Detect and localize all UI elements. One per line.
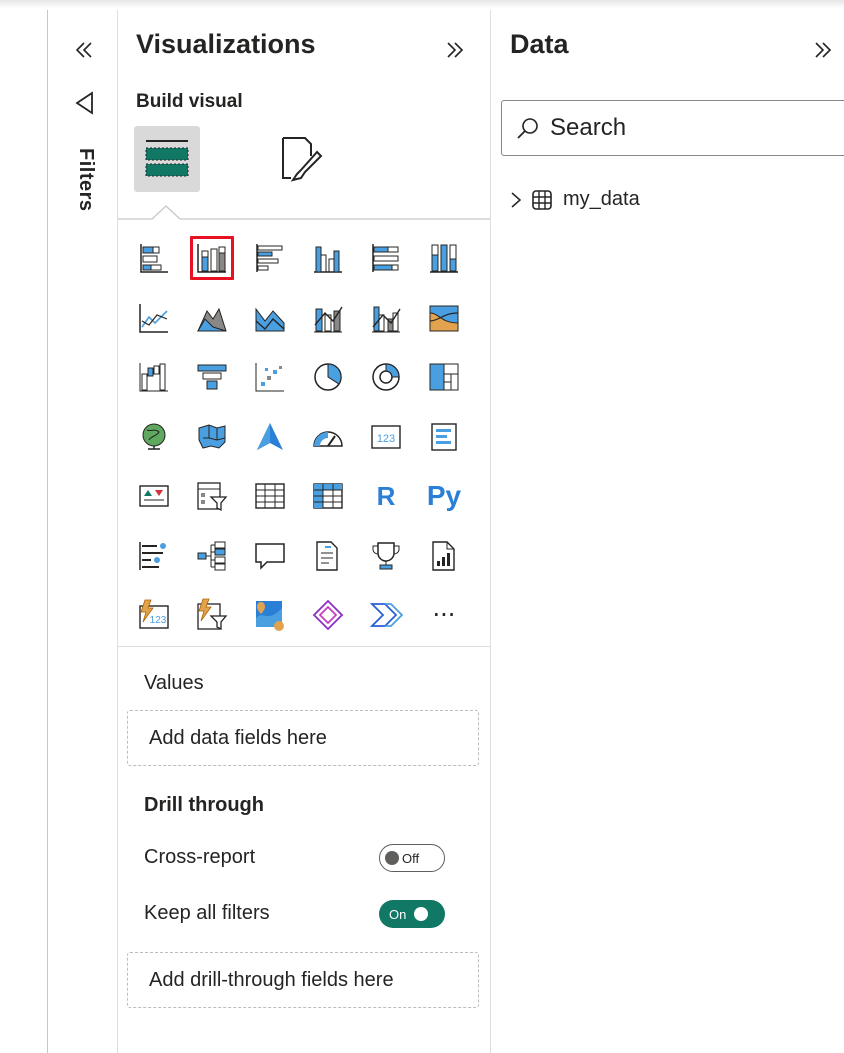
100-stacked-bar-chart-icon[interactable] [364, 236, 408, 280]
line-stacked-column-chart-icon[interactable] [306, 296, 350, 340]
stacked-area-chart-icon[interactable] [248, 296, 292, 340]
matrix-icon[interactable] [306, 474, 350, 518]
collapse-visualizations-button[interactable] [438, 33, 472, 67]
decomposition-tree-icon[interactable] [190, 534, 234, 578]
ribbon-chart-icon[interactable] [422, 296, 466, 340]
visualizations-title: Visualizations [136, 29, 316, 59]
funnel-chart-icon[interactable] [190, 355, 234, 399]
cross-report-label: Cross-report [144, 846, 256, 868]
100-stacked-column-chart-icon[interactable] [422, 236, 466, 280]
line-clustered-column-chart-icon[interactable] [364, 296, 408, 340]
pie-chart-icon[interactable] [306, 355, 350, 399]
values-placeholder: Add data fields here [149, 726, 327, 749]
power-apps-card-text: 123 [150, 615, 167, 626]
build-visual-icon [145, 140, 189, 177]
multi-row-card-icon[interactable] [422, 415, 466, 459]
line-chart-icon[interactable] [132, 296, 176, 340]
drill-through-placeholder: Add drill-through fields here [149, 968, 394, 991]
filters-pane: Filters [48, 10, 118, 1053]
visualizations-pane: Visualizations Build visual 123 R Py 123… [118, 10, 491, 1053]
collapse-data-button[interactable] [813, 33, 844, 67]
kpi-icon[interactable] [132, 474, 176, 518]
visual-type-gallery: 123 R Py 123 ··· [132, 236, 480, 653]
r-visual-label: R [376, 480, 396, 511]
window-top-edge [0, 0, 844, 8]
format-brush-icon [282, 137, 323, 182]
expand-filters-button[interactable] [67, 33, 101, 67]
metrics-icon[interactable] [364, 534, 408, 578]
toggle-knob [414, 907, 429, 921]
qa-icon[interactable] [248, 534, 292, 578]
r-visual-icon[interactable]: R [364, 474, 408, 518]
keep-filters-state: On [389, 906, 407, 922]
smart-narrative-icon[interactable] [306, 534, 350, 578]
keep-all-filters-label: Keep all filters [144, 902, 270, 924]
clustered-bar-chart-icon[interactable] [248, 236, 292, 280]
power-apps-card-icon[interactable]: 123 [132, 593, 176, 637]
scatter-chart-icon[interactable] [248, 355, 292, 399]
table-icon[interactable] [248, 474, 292, 518]
waterfall-chart-icon[interactable] [132, 355, 176, 399]
key-influencers-icon[interactable] [132, 534, 176, 578]
card-icon-text: 123 [377, 433, 395, 445]
drill-through-drop-well[interactable]: Add drill-through fields here [127, 952, 479, 1008]
donut-chart-icon[interactable] [364, 355, 408, 399]
stacked-column-chart-icon[interactable] [190, 236, 234, 280]
values-label: Values [144, 672, 204, 694]
gauge-icon[interactable] [306, 415, 350, 459]
stacked-bar-chart-icon[interactable] [132, 236, 176, 280]
toggle-knob [385, 851, 399, 865]
azure-map-icon[interactable] [248, 415, 292, 459]
filters-label[interactable]: Filters [74, 148, 97, 212]
double-chevron-right-icon [815, 42, 832, 58]
treemap-icon[interactable] [422, 355, 466, 399]
map-icon[interactable] [132, 415, 176, 459]
paginated-report-icon[interactable] [422, 534, 466, 578]
clustered-column-chart-icon[interactable] [306, 236, 350, 280]
python-visual-icon[interactable]: Py [422, 474, 466, 518]
search-icon [517, 118, 538, 139]
more-visuals-label: ··· [432, 601, 456, 629]
card-icon[interactable]: 123 [364, 415, 408, 459]
area-chart-icon[interactable] [190, 296, 234, 340]
values-drop-well[interactable]: Add data fields here [127, 710, 479, 766]
more-visuals-icon[interactable]: ··· [422, 593, 466, 637]
drill-through-label: Drill through [144, 794, 264, 816]
data-pane: Data my_data [491, 10, 844, 1053]
search-input[interactable] [550, 114, 830, 142]
search-box[interactable] [501, 100, 844, 156]
double-chevron-right-icon [447, 42, 464, 58]
power-automate-icon[interactable] [364, 593, 408, 637]
filter-icon [75, 91, 93, 115]
power-apps-icon[interactable] [306, 593, 350, 637]
cross-report-toggle[interactable]: Off [379, 844, 445, 872]
filled-map-icon[interactable] [190, 415, 234, 459]
keep-all-filters-toggle[interactable]: On [379, 900, 445, 928]
data-title: Data [510, 29, 569, 59]
table-name: my_data [563, 188, 640, 210]
table-tree-item[interactable]: my_data [509, 188, 640, 211]
arcgis-map-icon[interactable] [248, 593, 292, 637]
cross-report-state: Off [402, 850, 420, 866]
chevron-right-icon [511, 191, 522, 208]
python-visual-label: Py [426, 480, 462, 511]
table-icon [532, 189, 552, 210]
build-visual-tab[interactable] [134, 126, 200, 192]
slicer-icon[interactable] [190, 474, 234, 518]
format-visual-tab[interactable] [266, 130, 332, 190]
section-divider [118, 646, 491, 647]
tab-indicator [118, 205, 491, 220]
double-chevron-left-icon [75, 42, 92, 58]
power-apps-slicer-icon[interactable] [190, 593, 234, 637]
build-visual-label: Build visual [136, 91, 243, 112]
